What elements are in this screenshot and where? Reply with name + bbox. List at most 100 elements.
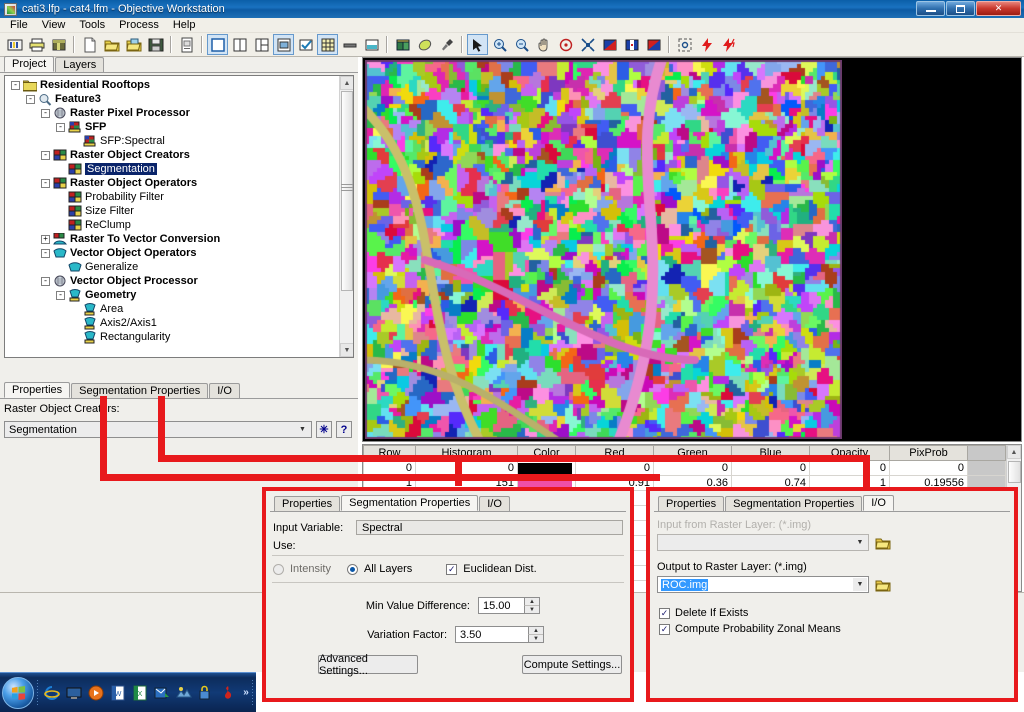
scroll-thumb[interactable] — [341, 91, 353, 291]
variation-factor-input[interactable]: 3.50 — [455, 626, 530, 643]
tree-item-axis2-axis1[interactable]: Axis2/Axis1 — [5, 316, 341, 330]
tree-item-rectangularity[interactable]: Rectangularity — [5, 330, 341, 344]
security-icon[interactable] — [198, 685, 214, 701]
output-folder-browse-icon[interactable] — [875, 577, 891, 593]
pan-hand-icon[interactable] — [533, 34, 554, 55]
input-variable-field[interactable]: Spectral — [356, 520, 623, 535]
inquire-icon[interactable] — [674, 34, 695, 55]
table-scroll-up-arrow[interactable]: ▲ — [1007, 445, 1021, 459]
collapse-icon[interactable]: - — [41, 150, 50, 160]
table-header-pixprob[interactable]: PixProb — [889, 445, 968, 461]
outlook-icon[interactable] — [154, 685, 170, 701]
view-single-icon[interactable] — [207, 34, 228, 55]
tree-item-size-filter[interactable]: Size Filter — [5, 204, 341, 218]
scroll-up-arrow[interactable]: ▲ — [340, 76, 353, 90]
tab-io[interactable]: I/O — [209, 383, 240, 398]
book-icon[interactable] — [392, 34, 413, 55]
checkbox-euclidean-dist[interactable]: ✓ — [446, 563, 458, 575]
tree-item-raster-to-vector-conversion[interactable]: + Raster To Vector Conversion — [5, 232, 341, 246]
collapse-icon[interactable]: - — [41, 178, 50, 188]
scroll-down-arrow[interactable]: ▼ — [340, 343, 353, 357]
hammer-icon[interactable] — [436, 34, 457, 55]
tree-item-geometry[interactable]: - Geometry — [5, 288, 341, 302]
zoom-in-icon[interactable] — [489, 34, 510, 55]
new-file-icon[interactable] — [79, 34, 100, 55]
radio-all-layers[interactable] — [346, 563, 358, 575]
io-tab-io[interactable]: I/O — [863, 495, 894, 511]
view-check-icon[interactable] — [295, 34, 316, 55]
collapse-icon[interactable]: - — [56, 290, 65, 300]
collapse-icon[interactable]: - — [41, 276, 50, 286]
excel-icon[interactable]: X — [132, 685, 148, 701]
tree-item-generalize[interactable]: Generalize — [5, 260, 341, 274]
chevron-down-icon[interactable]: ▼ — [295, 423, 310, 436]
collapse-icon[interactable]: - — [11, 80, 20, 90]
tree-item-raster-pixel-processor[interactable]: - Raster Pixel Processor — [5, 106, 341, 120]
tab-layers[interactable]: Layers — [55, 57, 105, 72]
tree-item-segmentation[interactable]: Segmentation — [5, 162, 341, 176]
seg-tab-properties[interactable]: Properties — [274, 496, 341, 511]
input-folder-browse-icon[interactable] — [875, 535, 891, 551]
view-line-icon[interactable] — [339, 34, 360, 55]
expand-icon[interactable]: + — [41, 234, 50, 244]
collapse-icon[interactable]: - — [56, 122, 65, 132]
collapse-icon[interactable]: - — [41, 108, 50, 118]
view-split-left-icon[interactable] — [251, 34, 272, 55]
run-all-icon[interactable] — [718, 34, 739, 55]
package-icon[interactable] — [48, 34, 69, 55]
tab-properties[interactable]: Properties — [4, 382, 71, 398]
tab-segmentation-properties[interactable]: Segmentation Properties — [71, 383, 209, 398]
project-icon[interactable] — [4, 34, 25, 55]
radio-intensity[interactable] — [273, 563, 284, 575]
arrow-select-icon[interactable] — [467, 34, 488, 55]
flicker-icon[interactable] — [621, 34, 642, 55]
collapse-icon[interactable]: - — [41, 248, 50, 258]
input-raster-combo[interactable]: ▼ — [657, 534, 869, 551]
maximize-button[interactable] — [946, 1, 975, 16]
compute-settings-button[interactable]: Compute Settings... — [522, 655, 622, 674]
output-raster-combo[interactable]: ROC.img ▼ — [657, 576, 869, 593]
eraser-icon[interactable] — [414, 34, 435, 55]
tree-item-reclump[interactable]: ReClump — [5, 218, 341, 232]
menu-view[interactable]: View — [35, 18, 73, 32]
help-button[interactable]: ? — [336, 421, 352, 438]
min-value-difference-stepper[interactable]: ▲ ▼ — [524, 597, 540, 614]
seg-tab-io[interactable]: I/O — [479, 496, 510, 511]
seg-tab-segmentation-properties[interactable]: Segmentation Properties — [341, 495, 479, 511]
open-image-icon[interactable] — [123, 34, 144, 55]
report-icon[interactable] — [176, 34, 197, 55]
tab-project[interactable]: Project — [4, 56, 55, 72]
tree-item-sfp[interactable]: - SFP — [5, 120, 341, 134]
io-tab-segmentation-properties[interactable]: Segmentation Properties — [725, 496, 863, 511]
view-table-icon[interactable] — [317, 34, 338, 55]
target-icon[interactable] — [555, 34, 576, 55]
tree-scrollbar[interactable]: ▲ ▼ — [339, 76, 353, 357]
close-button[interactable]: ✕ — [976, 1, 1021, 16]
acrobat-icon[interactable] — [220, 685, 236, 701]
erdas-icon[interactable] — [176, 685, 193, 701]
show-desktop-icon[interactable] — [66, 685, 82, 701]
variation-factor-stepper[interactable]: ▲ ▼ — [528, 626, 544, 643]
tree-item-vector-object-operators[interactable]: - Vector Object Operators — [5, 246, 341, 260]
run-icon[interactable] — [696, 34, 717, 55]
tree-item-probability-filter[interactable]: Probability Filter — [5, 190, 341, 204]
view-image-icon[interactable] — [273, 34, 294, 55]
output-chevron-down-icon[interactable]: ▼ — [853, 578, 867, 591]
io-tab-properties[interactable]: Properties — [658, 496, 725, 511]
view-tray-icon[interactable] — [361, 34, 382, 55]
zoom-out-icon[interactable] — [511, 34, 532, 55]
tree-item-raster-object-operators[interactable]: - Raster Object Operators — [5, 176, 341, 190]
project-tree[interactable]: - Residential Rooftops - Feature3- Raster Pi… — [4, 75, 354, 358]
fit-icon[interactable] — [577, 34, 598, 55]
min-value-difference-input[interactable]: 15.00 — [478, 597, 526, 614]
word-icon[interactable]: W — [110, 685, 126, 701]
image-viewer[interactable] — [362, 57, 1022, 442]
tree-item-feature3[interactable]: - Feature3 — [5, 92, 341, 106]
print-icon[interactable] — [26, 34, 47, 55]
blend-icon[interactable] — [643, 34, 664, 55]
media-player-icon[interactable] — [88, 685, 104, 701]
menu-tools[interactable]: Tools — [72, 18, 112, 32]
tree-item-area[interactable]: Area — [5, 302, 341, 316]
menu-help[interactable]: Help — [166, 18, 203, 32]
internet-explorer-icon[interactable] — [44, 685, 61, 701]
